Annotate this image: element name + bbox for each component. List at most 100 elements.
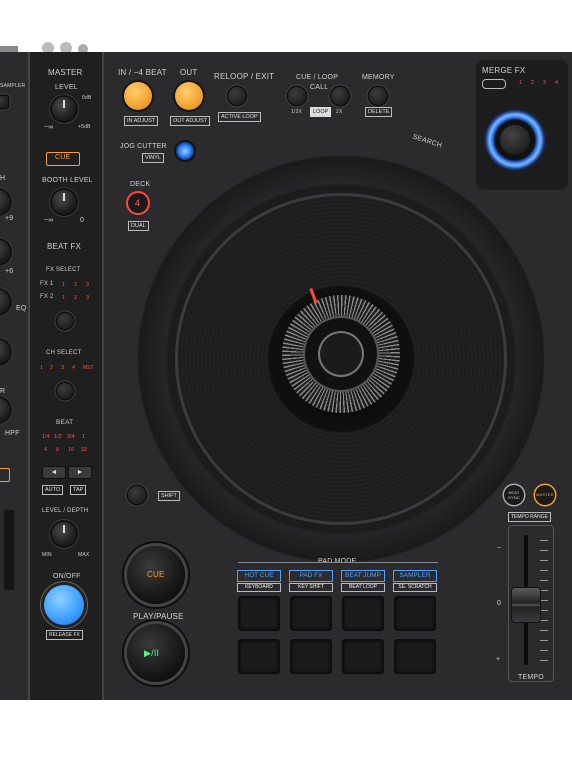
booth-max-label: 0: [80, 217, 85, 224]
ch-num-2: 2: [50, 365, 54, 371]
master-level-knob[interactable]: [52, 97, 76, 121]
jog-cutter-label: JOG CUTTER: [120, 143, 167, 150]
ch-num-3: 3: [61, 365, 65, 371]
fx-select-knob[interactable]: [57, 313, 73, 329]
pad-8[interactable]: [394, 639, 436, 674]
merge-num-3: 3: [543, 80, 547, 86]
deck-number: 4: [135, 198, 141, 208]
loop-in-button[interactable]: [124, 82, 152, 110]
left-r-label: R: [0, 388, 6, 395]
pad-1[interactable]: [238, 596, 280, 631]
beat-left-button[interactable]: ◄: [42, 466, 66, 479]
dual-tag: DUAL: [128, 221, 149, 231]
left-h-label: H: [0, 175, 6, 182]
merge-num-2: 2: [531, 80, 535, 86]
ch-select-knob[interactable]: [57, 383, 73, 399]
pad-6[interactable]: [290, 639, 332, 674]
fx1-label: FX 1: [40, 281, 54, 287]
ch-select-label: CH SELECT: [46, 350, 82, 356]
fx1-num-2: 2: [74, 282, 78, 288]
pad-2[interactable]: [290, 596, 332, 631]
merge-num-4: 4: [555, 80, 559, 86]
tempo-zero-label: 0: [497, 600, 502, 607]
beat-16: 16: [68, 447, 75, 453]
pad-mode-line: [238, 562, 438, 563]
loop-tag: LOOP: [310, 107, 332, 117]
merge-fx-knob[interactable]: [500, 125, 530, 155]
active-loop-tag: ACTIVE LOOP: [218, 112, 261, 122]
jog-cutter-button[interactable]: [176, 142, 194, 160]
call-left-button[interactable]: [288, 87, 306, 105]
level-depth-knob[interactable]: [52, 522, 76, 546]
shift-button[interactable]: [128, 486, 146, 504]
tap-tag: TAP: [70, 485, 87, 495]
memory-label: MEMORY: [362, 74, 395, 81]
merge-fx-label: MERGE FX: [482, 66, 526, 75]
pad-mode-beat-jump[interactable]: BEAT JUMP: [341, 570, 385, 582]
tempo-fader-handle[interactable]: [512, 588, 540, 622]
pad-sub-key-shift: KEY SHIFT: [289, 583, 333, 592]
out-label: OUT: [180, 68, 198, 77]
reloop-exit-button[interactable]: [228, 87, 246, 105]
play-pause-label: PLAY/PAUSE: [133, 612, 184, 621]
mixer-level-label: LEVEL: [55, 84, 78, 91]
master-tempo-label: MASTER: [536, 492, 554, 497]
left-hpf-label: HPF: [5, 430, 20, 437]
pad-7[interactable]: [342, 639, 384, 674]
call-right-button[interactable]: [331, 87, 349, 105]
fx2-num-3: 3: [86, 295, 90, 301]
beat-fx-label: BEAT FX: [47, 242, 82, 251]
booth-level-knob[interactable]: [52, 190, 76, 214]
level-mid-label: 0dB: [82, 95, 92, 101]
level-max-label: +5dB: [78, 124, 91, 130]
left-fader-slot[interactable]: [4, 510, 14, 590]
left-edge-button[interactable]: [0, 96, 8, 108]
two-x-label: 2X: [336, 109, 343, 115]
booth-min-label: −∞: [44, 217, 54, 224]
in-4beat-label: IN / −4 BEAT: [118, 68, 167, 77]
level-depth-label: LEVEL / DEPTH: [42, 508, 89, 514]
beat-32: 32: [81, 447, 88, 453]
pad-mode-sampler[interactable]: SAMPLER: [393, 570, 437, 582]
pad-mode-pad-fx[interactable]: PAD FX: [289, 570, 333, 582]
beat-1-4: 1/4: [42, 434, 50, 440]
on-off-label: ON/OFF: [53, 573, 81, 580]
ch-num-1: 1: [40, 365, 44, 371]
min-label: MIN: [42, 552, 52, 558]
shift-tag: SHIFT: [158, 491, 180, 501]
level-min-label: −∞: [44, 124, 54, 131]
beat-sync-label: BEAT SYNC: [508, 490, 520, 500]
ch-num-4: 4: [72, 365, 76, 371]
fx-on-off-button[interactable]: [44, 585, 84, 625]
loop-out-button[interactable]: [175, 82, 203, 110]
booth-level-label: BOOTH LEVEL: [42, 177, 93, 184]
max-label: MAX: [78, 552, 90, 558]
left-eq-label: EQ: [16, 305, 27, 312]
merge-fx-button[interactable]: [482, 79, 506, 89]
pad-5[interactable]: [238, 639, 280, 674]
tempo-minus-label: −: [497, 545, 502, 552]
fx1-num-3: 3: [86, 282, 90, 288]
left-plus6-label: +6: [5, 268, 14, 275]
pad-mode-hot-cue[interactable]: HOT CUE: [237, 570, 281, 582]
pad-sub-se-scratch: SE. SCRATCH: [393, 583, 437, 592]
beat-1-2: 1/2: [54, 434, 62, 440]
vinyl-tag: VINYL: [142, 153, 164, 163]
fx2-num-2: 2: [74, 295, 78, 301]
left-cue-button[interactable]: [0, 468, 10, 482]
top-left-stub: [0, 46, 18, 52]
beat-right-button[interactable]: ►: [68, 466, 92, 479]
tempo-range-tag: TEMPO RANGE: [508, 512, 551, 522]
tempo-plus-label: +: [496, 656, 501, 663]
call-label: CALL: [310, 84, 329, 91]
pad-4[interactable]: [394, 596, 436, 631]
pad-3[interactable]: [342, 596, 384, 631]
in-adjust-tag: IN ADJUST: [124, 116, 159, 126]
fx-select-label: FX SELECT: [46, 267, 81, 273]
left-plus9-label: +9: [5, 215, 14, 222]
delete-tag: DELETE: [365, 107, 393, 117]
reloop-exit-label: RELOOP / EXIT: [214, 72, 275, 81]
deck-label: DECK: [130, 181, 151, 188]
beat-3-4: 3/4: [67, 434, 75, 440]
memory-button[interactable]: [369, 87, 387, 105]
